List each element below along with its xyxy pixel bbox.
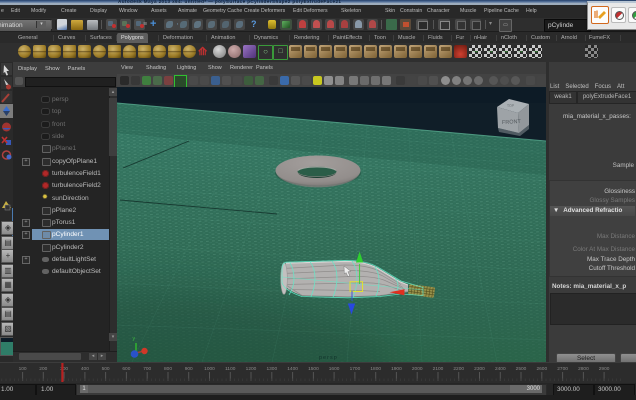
svg-text:2000: 2000 [412, 366, 423, 372]
svg-text:2200: 2200 [453, 366, 464, 372]
svg-text:1300: 1300 [266, 366, 277, 372]
svg-text:200: 200 [39, 366, 47, 372]
svg-text:2400: 2400 [495, 366, 506, 372]
svg-text:500: 500 [102, 366, 110, 372]
svg-text:700: 700 [143, 366, 151, 372]
svg-text:2900: 2900 [599, 366, 610, 372]
svg-text:400: 400 [81, 366, 89, 372]
svg-text:TOP: TOP [507, 104, 515, 108]
svg-text:FRONT: FRONT [502, 119, 522, 126]
svg-text:2100: 2100 [433, 366, 444, 372]
svg-text:2800: 2800 [578, 366, 589, 372]
svg-text:800: 800 [164, 366, 172, 372]
svg-text:2500: 2500 [516, 366, 527, 372]
svg-text:1200: 1200 [246, 366, 257, 372]
svg-text:1400: 1400 [287, 366, 298, 372]
svg-text:2600: 2600 [536, 366, 547, 372]
svg-text:900: 900 [185, 366, 193, 372]
svg-text:1700: 1700 [350, 366, 361, 372]
svg-text:2700: 2700 [557, 366, 568, 372]
svg-text:100: 100 [19, 366, 27, 372]
svg-text:1500: 1500 [308, 366, 319, 372]
svg-text:600: 600 [122, 366, 130, 372]
svg-text:1600: 1600 [329, 366, 340, 372]
svg-text:1800: 1800 [370, 366, 381, 372]
svg-text:persp: persp [319, 355, 338, 361]
svg-text:1900: 1900 [391, 366, 402, 372]
svg-text:2300: 2300 [474, 366, 485, 372]
svg-text:1000: 1000 [204, 366, 215, 372]
svg-text:1100: 1100 [225, 366, 236, 372]
